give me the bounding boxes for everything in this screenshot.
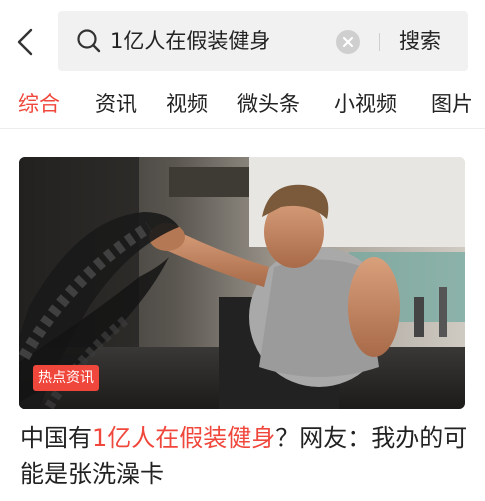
tab-news[interactable]: 资讯 <box>95 86 137 122</box>
tab-images[interactable]: 图片 <box>431 86 473 122</box>
tabs-divider <box>0 128 485 129</box>
hot-news-badge: 热点资讯 <box>33 365 99 391</box>
back-arrow-icon <box>17 28 33 56</box>
category-tabs: 综合 资讯 视频 微头条 小视频 图片 <box>0 86 485 126</box>
search-button[interactable]: 搜索 <box>399 25 441 57</box>
title-highlight: 1亿人在假装健身 <box>92 424 276 452</box>
search-input[interactable]: 1亿人在假装健身 <box>110 26 270 56</box>
article-title[interactable]: 中国有1亿人在假装健身？网友：我办的可能是张洗澡卡 <box>20 420 470 492</box>
top-bar: 1亿人在假装健身 搜索 <box>0 0 485 80</box>
title-prefix: 中国有 <box>20 424 92 452</box>
tab-comprehensive[interactable]: 综合 <box>18 86 60 122</box>
clear-icon[interactable] <box>336 30 360 54</box>
search-icon <box>77 29 101 53</box>
tab-video[interactable]: 视频 <box>166 86 208 122</box>
search-divider <box>379 33 380 51</box>
tab-short-video[interactable]: 小视频 <box>334 86 397 122</box>
search-box[interactable]: 1亿人在假装健身 搜索 <box>58 11 468 71</box>
back-button[interactable] <box>12 26 40 58</box>
tab-micro-headline[interactable]: 微头条 <box>237 86 300 122</box>
